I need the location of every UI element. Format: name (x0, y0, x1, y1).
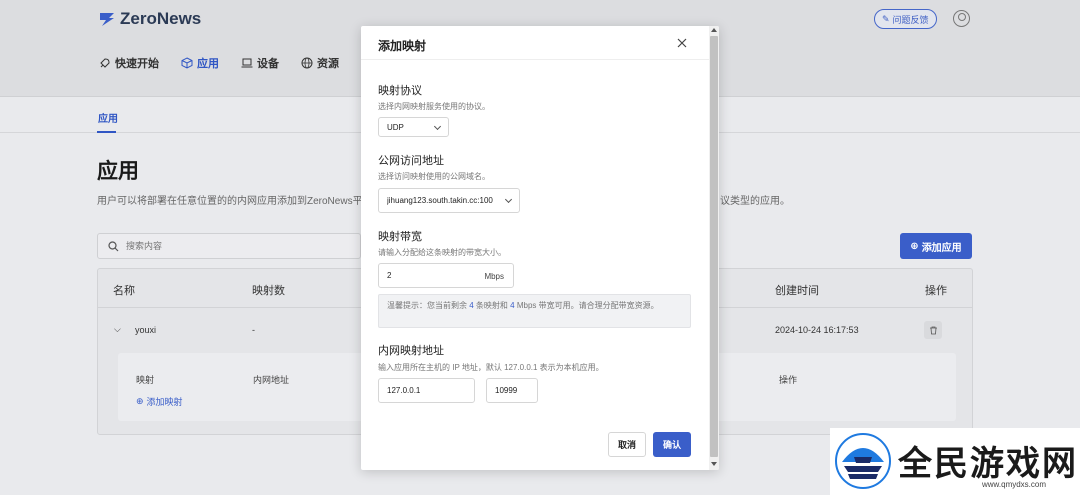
add-app-button[interactable]: ⊕ 添加应用 (900, 233, 972, 259)
internal-ip-input[interactable]: 127.0.0.1 (378, 378, 475, 403)
add-mapping-label: 添加映射 (146, 397, 183, 407)
tab-active-indicator (97, 131, 116, 133)
tip-text: 条映射和 (475, 301, 508, 310)
scroll-down-arrow-icon[interactable] (711, 462, 717, 466)
close-icon[interactable] (676, 37, 688, 49)
brand-name: ZeroNews (120, 9, 202, 28)
internal-port-input[interactable]: 10999 (486, 378, 538, 403)
nav-label: 设备 (257, 58, 279, 70)
app-name: youxi (135, 325, 157, 335)
column-header-name: 名称 (113, 285, 135, 297)
nav-item-resources[interactable]: 资源 (301, 55, 339, 71)
app-created-time: 2024-10-24 16:17:53 (775, 325, 859, 335)
page-description: 用户可以将部署在任意位置的的内网应用添加到ZeroNews平 (97, 196, 363, 207)
bandwidth-value: 2 (387, 271, 392, 280)
add-mapping-dialog: 添加映射 映射协议 选择内网映射服务使用的协议。 UDP 公网访问地址 选择访问… (361, 26, 719, 470)
expand-chevron-icon[interactable]: ⌵ (114, 324, 121, 335)
internal-address-title: 内网映射地址 (378, 345, 444, 357)
column-header-mappings: 映射数 (252, 285, 285, 297)
search-box[interactable] (97, 233, 361, 259)
column-header-actions: 操作 (925, 285, 947, 297)
search-icon (108, 240, 119, 251)
cube-icon (181, 57, 193, 69)
dialog-title: 添加映射 (378, 39, 427, 53)
bandwidth-tip: 温馨提示：您当前剩余 4 条映射和 4 Mbps 带宽可用。请合理分配带宽资源。 (378, 294, 691, 328)
protocol-title: 映射协议 (378, 85, 422, 97)
plus-circle-icon: ⊕ (910, 240, 919, 252)
zeronews-logo-icon (98, 10, 116, 28)
watermark-logo-icon (835, 433, 891, 489)
bandwidth-desc: 请输入分配给这条映射的带宽大小。 (378, 248, 506, 257)
nav-item-devices[interactable]: 设备 (241, 55, 279, 71)
nav-label: 资源 (317, 58, 339, 70)
app-mapping-count: - (252, 325, 255, 335)
internal-address-desc: 输入应用所在主机的 IP 地址，默认 127.0.0.1 表示为本机应用。 (378, 363, 604, 372)
confirm-button[interactable]: 确认 (653, 432, 691, 457)
protocol-select[interactable]: UDP (378, 117, 449, 137)
tip-remaining-mappings: 4 (469, 301, 474, 310)
user-avatar-icon[interactable] (953, 10, 970, 27)
bandwidth-unit: Mbps (484, 272, 504, 281)
nav-item-quickstart[interactable]: 快速开始 (99, 55, 159, 71)
edit-icon: ✎ (882, 13, 890, 24)
tip-text: Mbps 带宽可用。请合理分配带宽资源。 (516, 301, 659, 310)
public-address-desc: 选择访问映射使用的公网域名。 (378, 172, 490, 181)
add-app-label: 添加应用 (921, 242, 962, 254)
nav-item-apps[interactable]: 应用 (181, 55, 219, 71)
delete-app-button[interactable] (924, 321, 942, 339)
brand-logo[interactable]: ZeroNews (98, 9, 201, 29)
cancel-button[interactable]: 取消 (608, 432, 646, 457)
plus-circle-icon: ⊕ (136, 396, 144, 406)
watermark-url: www.qmydxs.com (982, 480, 1047, 489)
nav-label: 应用 (197, 58, 219, 70)
dialog-header: 添加映射 (361, 26, 709, 60)
internal-port-value: 10999 (495, 386, 518, 395)
search-input[interactable] (126, 241, 326, 251)
tab-apps[interactable]: 应用 (98, 110, 118, 125)
scroll-up-arrow-icon[interactable] (711, 28, 717, 32)
tip-remaining-bandwidth: 4 (510, 301, 515, 310)
bandwidth-title: 映射带宽 (378, 231, 422, 243)
page-description-tail: 议类型的应用。 (720, 196, 790, 207)
chevron-down-icon (433, 122, 442, 131)
public-address-title: 公网访问地址 (378, 155, 444, 167)
sub-header-mapping: 映射 (136, 375, 155, 385)
nav-label: 快速开始 (115, 58, 159, 70)
scrollbar-thumb[interactable] (710, 36, 718, 457)
sub-header-internal-address: 内网地址 (253, 375, 290, 385)
laptop-icon (241, 58, 253, 68)
public-address-select[interactable]: jihuang123.south.takin.cc:100 (378, 188, 520, 213)
bandwidth-input[interactable]: 2 Mbps (378, 263, 514, 288)
chevron-down-icon (504, 195, 513, 204)
public-address-value: jihuang123.south.takin.cc:100 (387, 196, 493, 205)
main-nav: 快速开始 应用 设备 资源 (99, 55, 339, 71)
column-header-created: 创建时间 (775, 285, 819, 297)
watermark: 全民游戏网 www.qmydxs.com (830, 428, 1080, 495)
tip-text: 温馨提示：您当前剩余 (387, 301, 467, 310)
feedback-label: 问题反馈 (892, 14, 929, 25)
feedback-button[interactable]: ✎ 问题反馈 (874, 9, 937, 29)
internal-ip-value: 127.0.0.1 (387, 386, 421, 395)
sub-header-actions: 操作 (779, 375, 798, 385)
page-title: 应用 (97, 160, 139, 183)
protocol-desc: 选择内网映射服务使用的协议。 (378, 102, 490, 111)
globe-icon (301, 57, 313, 69)
protocol-value: UDP (387, 122, 404, 132)
trash-icon (929, 326, 937, 334)
rocket-icon (100, 58, 110, 68)
watermark-text: 全民游戏网 (898, 444, 1078, 484)
add-mapping-link[interactable]: ⊕ 添加映射 (136, 395, 183, 408)
